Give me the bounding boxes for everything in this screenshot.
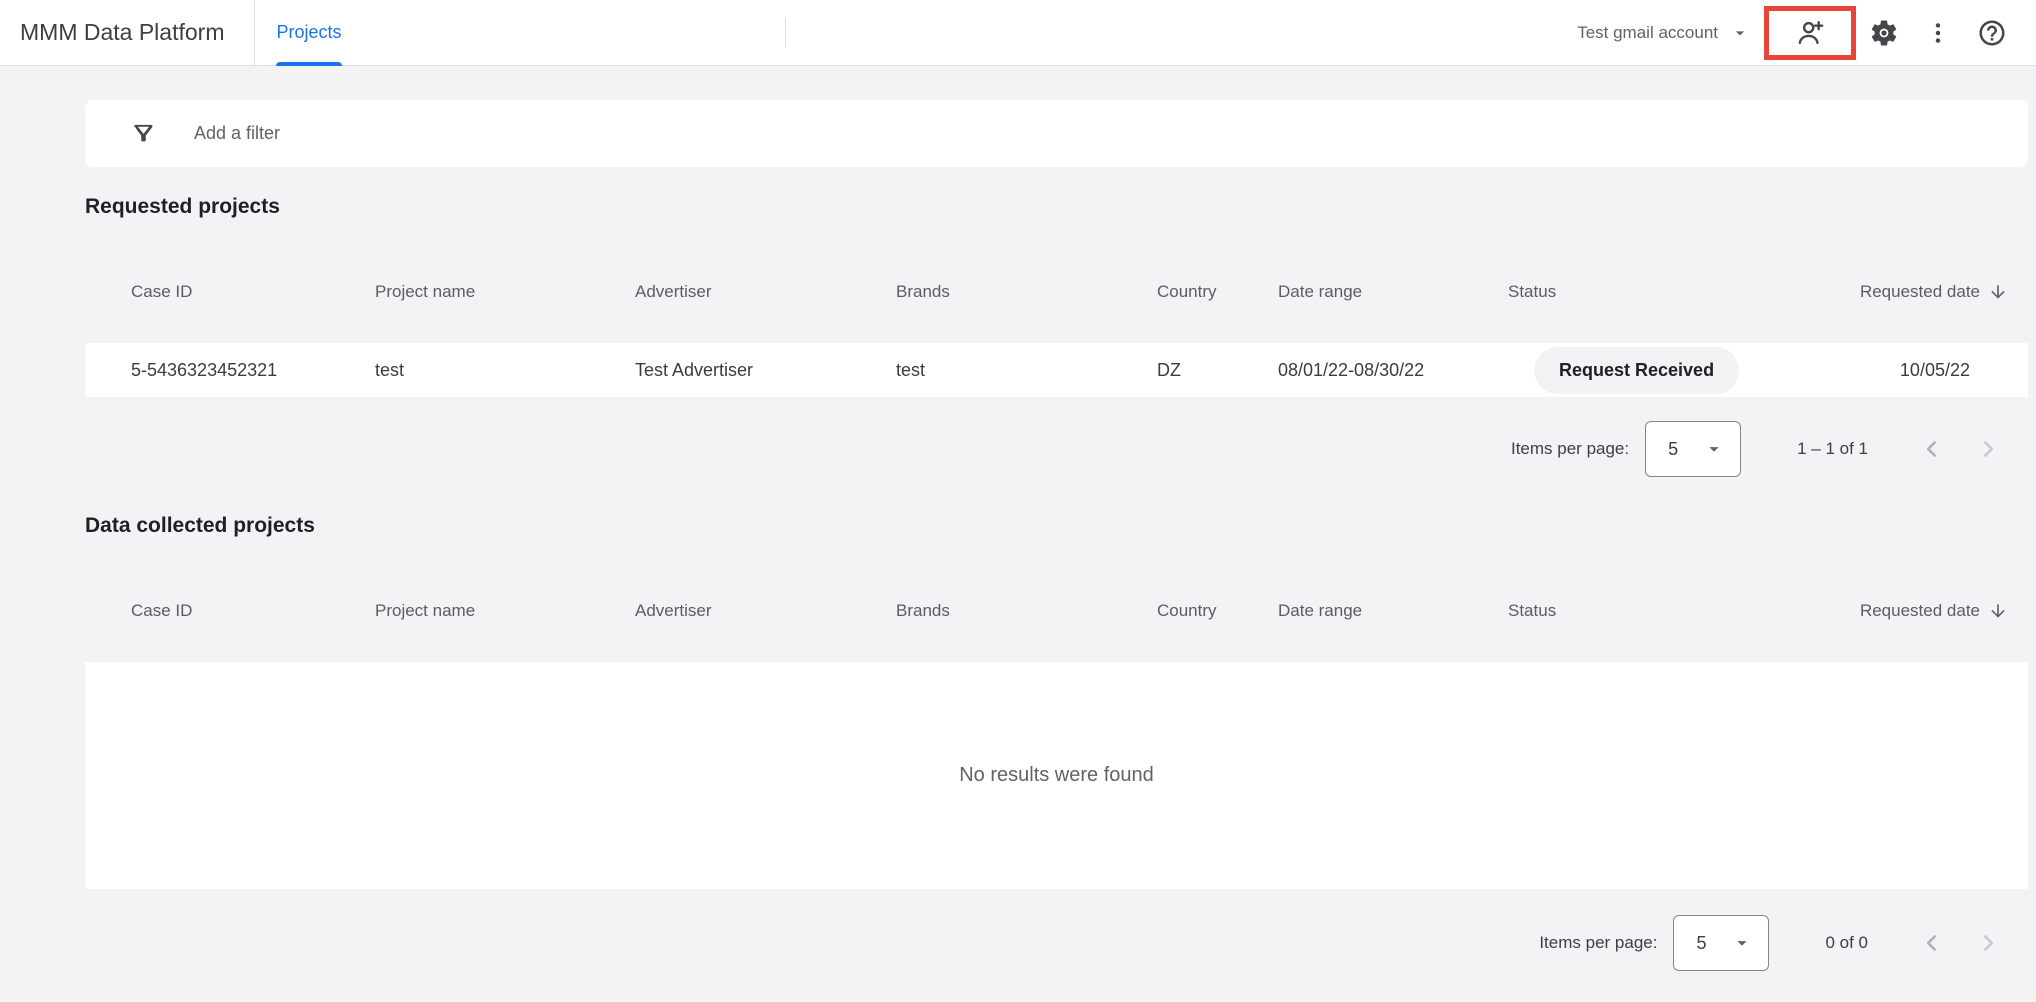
column-header-status: Status <box>1508 282 1808 302</box>
previous-page-button[interactable] <box>1912 429 1952 469</box>
cell-requested-date: 10/05/22 <box>1808 360 2008 381</box>
cell-project-name: test <box>375 360 635 381</box>
column-header-date-range: Date range <box>1278 282 1508 302</box>
items-per-page-value: 5 <box>1696 933 1706 954</box>
app-title: MMM Data Platform <box>20 19 224 46</box>
column-header-brands: Brands <box>896 282 1157 302</box>
column-header-project-name: Project name <box>375 601 635 621</box>
empty-state-message: No results were found <box>959 764 1154 787</box>
section-title-requested-projects: Requested projects <box>85 193 2028 221</box>
more-options-button[interactable] <box>1916 11 1960 55</box>
cell-country: DZ <box>1157 360 1278 381</box>
settings-button[interactable] <box>1862 11 1906 55</box>
items-per-page-select[interactable]: 5 <box>1645 421 1741 477</box>
column-header-status: Status <box>1508 601 1808 621</box>
filter-input[interactable]: Add a filter <box>85 100 2028 167</box>
column-header-date-range: Date range <box>1278 601 1508 621</box>
help-button[interactable] <box>1970 11 2014 55</box>
tab-projects-label: Projects <box>276 22 341 43</box>
chevron-right-icon <box>1975 436 2001 462</box>
account-label: Test gmail account <box>1577 23 1718 43</box>
column-header-project-name: Project name <box>375 282 635 302</box>
annotation-highlight-box <box>1764 6 1856 60</box>
topbar-divider <box>254 0 255 66</box>
items-per-page-label: Items per page: <box>1511 439 1629 459</box>
column-header-brands: Brands <box>896 601 1157 621</box>
collected-paginator: Items per page: 5 0 of 0 <box>85 913 2028 973</box>
topbar-actions: Test gmail account <box>1577 0 2014 66</box>
cell-advertiser: Test Advertiser <box>635 360 896 381</box>
page: MMM Data Platform Projects Test gmail ac… <box>0 0 2036 1002</box>
cell-status: Request Received <box>1508 347 1808 394</box>
chevron-right-icon <box>1975 930 2001 956</box>
cell-brands: test <box>896 360 1157 381</box>
filter-funnel-icon <box>130 120 157 147</box>
sort-descending-icon <box>1988 601 2008 621</box>
more-vert-icon <box>1924 19 1952 47</box>
dropdown-arrow-icon <box>1731 932 1753 954</box>
topbar: MMM Data Platform Projects Test gmail ac… <box>0 0 2036 66</box>
items-per-page-select[interactable]: 5 <box>1673 915 1769 971</box>
caret-down-icon <box>1730 23 1750 43</box>
column-header-requested-date[interactable]: Requested date <box>1808 601 2008 621</box>
dropdown-arrow-icon <box>1703 438 1725 460</box>
chevron-left-icon <box>1919 436 1945 462</box>
sort-descending-icon <box>1988 282 2008 302</box>
tab-projects[interactable]: Projects <box>276 0 341 66</box>
person-add-icon <box>1794 17 1826 49</box>
collected-table-empty-state: No results were found <box>85 662 2028 889</box>
next-page-button[interactable] <box>1968 429 2008 469</box>
chevron-left-icon <box>1919 930 1945 956</box>
next-page-button[interactable] <box>1968 923 2008 963</box>
column-header-country: Country <box>1157 601 1278 621</box>
section-title-data-collected-projects: Data collected projects <box>85 512 2028 540</box>
requested-paginator: Items per page: 5 1 – 1 of 1 <box>85 419 2028 479</box>
help-circle-icon <box>1977 18 2007 48</box>
cell-date-range: 08/01/22-08/30/22 <box>1278 360 1508 381</box>
requested-table-header-row: Case ID Project name Advertiser Brands C… <box>85 262 2028 322</box>
column-header-case-id: Case ID <box>131 282 375 302</box>
filter-placeholder: Add a filter <box>194 123 280 144</box>
account-menu[interactable]: Test gmail account <box>1577 23 1750 43</box>
page-range-label: 1 – 1 of 1 <box>1797 439 1868 459</box>
column-header-advertiser: Advertiser <box>635 601 896 621</box>
active-tab-indicator <box>276 62 341 66</box>
page-range-label: 0 of 0 <box>1825 933 1868 953</box>
main-content: Add a filter Requested projects Case ID … <box>85 100 2028 973</box>
previous-page-button[interactable] <box>1912 923 1952 963</box>
column-header-requested-date[interactable]: Requested date <box>1808 282 2008 302</box>
column-header-country: Country <box>1157 282 1278 302</box>
status-badge: Request Received <box>1534 347 1739 394</box>
items-per-page-label: Items per page: <box>1539 933 1657 953</box>
requested-table-row[interactable]: 5-5436323452321 test Test Advertiser tes… <box>85 343 2028 397</box>
add-user-button[interactable] <box>1788 11 1832 55</box>
column-header-advertiser: Advertiser <box>635 282 896 302</box>
items-per-page-value: 5 <box>1668 439 1678 460</box>
column-header-case-id: Case ID <box>131 601 375 621</box>
gear-icon <box>1869 18 1899 48</box>
collected-table-header-row: Case ID Project name Advertiser Brands C… <box>85 581 2028 641</box>
cell-case-id: 5-5436323452321 <box>131 360 375 381</box>
topbar-divider-light <box>785 18 786 48</box>
